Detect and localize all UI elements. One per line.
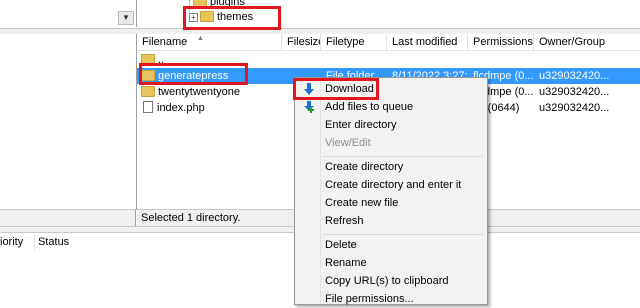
scroll-down-button[interactable]: ▼ (118, 11, 134, 25)
file-owner: u329032420... (539, 86, 610, 98)
add-to-queue-icon (304, 101, 314, 113)
menu-item-create-directory[interactable]: Create directory (295, 158, 487, 176)
menu-item-label: Copy URL(s) to clipboard (325, 275, 449, 287)
menu-item-label: Refresh (325, 215, 364, 227)
menu-item-copy-url[interactable]: Copy URL(s) to clipboard (295, 272, 487, 290)
file-owner: u329032420... (539, 102, 610, 114)
menu-item-delete[interactable]: Delete (295, 236, 487, 254)
highlight-box-download (293, 78, 379, 100)
menu-item-add-to-queue[interactable]: Add files to queue (295, 98, 487, 116)
menu-item-create-directory-enter[interactable]: Create directory and enter it (295, 176, 487, 194)
column-header-filesize[interactable]: Filesize (282, 34, 321, 51)
column-header-permissions[interactable]: Permissions (468, 34, 534, 51)
menu-item-label: Delete (325, 239, 357, 251)
menu-item-label: Add files to queue (325, 101, 414, 113)
menu-item-rename[interactable]: Rename (295, 254, 487, 272)
local-tree-pane (0, 0, 137, 27)
local-file-list (0, 34, 137, 210)
menu-item-refresh[interactable]: Refresh (295, 212, 487, 230)
column-header-last-modified[interactable]: Last modified (387, 34, 468, 51)
column-header-priority[interactable]: iority (0, 233, 35, 251)
menu-item-create-new-file[interactable]: Create new file (295, 194, 487, 212)
menu-item-enter-directory[interactable]: Enter directory (295, 116, 487, 134)
sort-ascending-icon: ▲ (197, 35, 204, 42)
menu-separator (323, 234, 483, 235)
status-text: Selected 1 directory. (141, 212, 241, 224)
menu-item-label: Create directory and enter it (325, 179, 462, 191)
menu-item-label: Rename (325, 257, 367, 269)
highlight-box-themes (183, 6, 281, 30)
menu-separator (323, 156, 483, 157)
file-name: twentytwentyone (158, 86, 240, 98)
folder-icon (141, 86, 155, 97)
menu-item-label: Create directory (325, 161, 404, 173)
column-header-filetype[interactable]: Filetype (321, 34, 387, 51)
menu-item-label: Enter directory (325, 119, 397, 131)
menu-item-file-permissions[interactable]: File permissions... (295, 290, 487, 308)
menu-item-view-edit: View/Edit (295, 134, 487, 152)
column-header-owner-group[interactable]: Owner/Group (534, 34, 640, 51)
menu-item-label: Create new file (325, 197, 399, 209)
menu-item-label: View/Edit (325, 137, 371, 149)
column-header-status[interactable]: Status (38, 233, 138, 251)
file-owner: u329032420... (539, 70, 610, 82)
file-name: index.php (157, 102, 205, 114)
column-header-filename[interactable]: Filename ▲ (137, 34, 282, 51)
highlight-box-generatepress (139, 63, 248, 85)
menu-item-label: File permissions... (325, 293, 414, 305)
file-icon (143, 101, 153, 113)
local-status-bar (0, 209, 136, 226)
context-menu: Download Add files to queue Enter direct… (294, 77, 488, 305)
